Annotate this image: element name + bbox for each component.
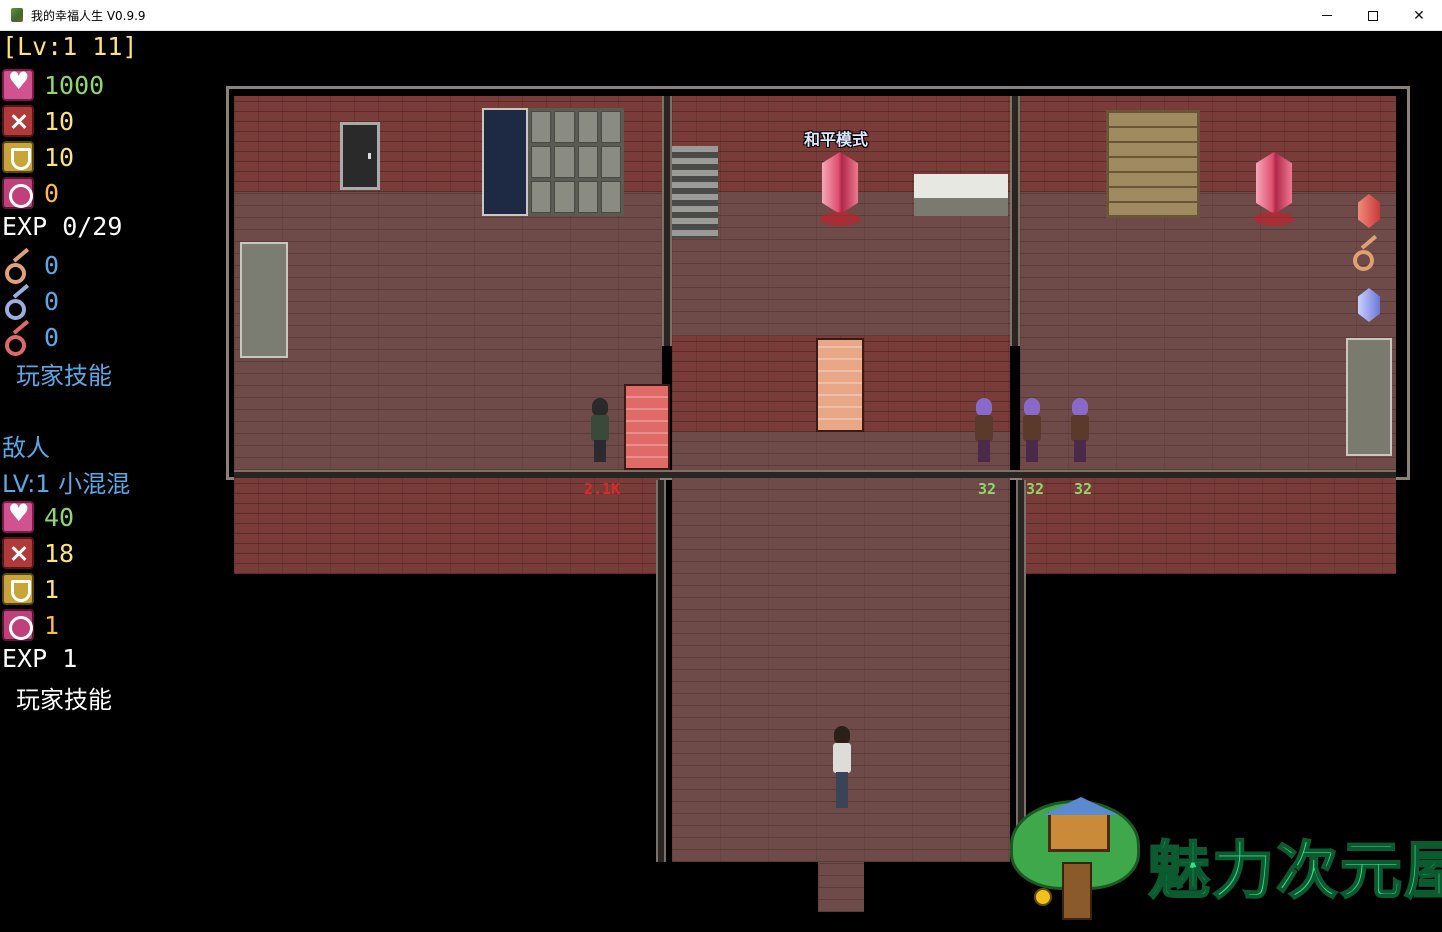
- close-button[interactable]: ✕: [1396, 0, 1442, 31]
- yellow-key-item-icon[interactable]: [1350, 236, 1390, 276]
- treehouse-icon: [1043, 797, 1119, 852]
- player-hp-row: 1000: [2, 67, 105, 102]
- red-key-count: 0: [44, 322, 60, 352]
- wooden-dresser: [1106, 110, 1200, 218]
- tree-trunk: [1062, 862, 1092, 920]
- staircase[interactable]: [672, 146, 718, 238]
- yellow-key-count: 0: [44, 250, 60, 280]
- sword-icon: [2, 537, 34, 569]
- enemy-skills-button[interactable]: 玩家技能: [16, 680, 112, 715]
- blue-key-row: 0: [2, 284, 60, 320]
- dark-door[interactable]: [340, 122, 380, 190]
- enemy-1-damage: 32: [978, 480, 997, 498]
- enemy-magic-value: 1: [44, 610, 60, 640]
- player-exp: EXP 0/29: [2, 212, 123, 241]
- thug-guard-damage: 2.1K: [584, 480, 621, 498]
- enemy-magic-row: 1: [2, 608, 59, 642]
- enemy-thug-2[interactable]: [1020, 398, 1044, 464]
- enemy-name: LV:1 小混混: [2, 470, 131, 498]
- ornate-door-red[interactable]: [624, 384, 670, 470]
- yellow-key-row: 0: [2, 248, 60, 284]
- room-bottom-wall: [234, 470, 1396, 478]
- watermark: 魅力次元屋: [1010, 792, 1442, 932]
- partition-right: [1010, 96, 1020, 346]
- thug-guard[interactable]: [588, 398, 612, 464]
- maximize-icon: [1368, 10, 1378, 21]
- enemy-hp-value: 40: [44, 502, 75, 532]
- enemy-thug-1[interactable]: [972, 398, 996, 464]
- enemy-atk-row: 18: [2, 536, 74, 570]
- file-cabinet: [240, 242, 288, 358]
- maximize-button[interactable]: [1350, 0, 1396, 31]
- heart-icon: [2, 67, 34, 101]
- window-titlebar: 我的幸福人生 V0.9.9 ✕: [0, 0, 1442, 31]
- watermark-text: 魅力次元屋: [1147, 833, 1442, 908]
- red-key-icon: [2, 321, 34, 356]
- enemy-def-value: 1: [44, 574, 60, 604]
- player-atk-value: 10: [44, 106, 75, 136]
- enemy-thug-3[interactable]: [1068, 398, 1092, 464]
- blue-key-count: 0: [44, 286, 60, 316]
- player-character[interactable]: [830, 726, 854, 810]
- ornate-door-center[interactable]: [816, 338, 864, 432]
- yellow-key-icon: [2, 249, 34, 284]
- right-room-wall: [1020, 96, 1396, 192]
- partition-left: [662, 96, 672, 346]
- enemy-exp: EXP 1: [2, 644, 78, 673]
- enemy-2-damage: 32: [1026, 480, 1045, 498]
- enemy-3-damage: 32: [1074, 480, 1093, 498]
- right-file-cabinet: [1346, 338, 1392, 456]
- window-title: 我的幸福人生 V0.9.9: [31, 8, 146, 23]
- player-magic-row: 0: [2, 176, 59, 210]
- enemy-hp-row: 40: [2, 499, 75, 534]
- player-def-row: 10: [2, 140, 74, 174]
- enemy-header: 敌人: [2, 434, 50, 462]
- magic-icon: [2, 609, 34, 641]
- close-icon: ✕: [1413, 7, 1425, 24]
- duck-icon: [1034, 888, 1052, 906]
- minimize-icon: [1322, 15, 1332, 16]
- blue-key-icon: [2, 285, 34, 320]
- shield-icon: [2, 141, 34, 173]
- red-key-row: 0: [2, 320, 60, 356]
- exit-floor: [818, 862, 864, 912]
- heart-icon: [2, 499, 34, 533]
- player-hp-value: 1000: [44, 70, 105, 100]
- locker-bank: [528, 108, 624, 216]
- enemy-atk-value: 18: [44, 538, 75, 568]
- shield-icon: [2, 573, 34, 605]
- player-magic-value: 0: [44, 178, 60, 208]
- status-hud: [Lv:1 11] 1000 10 10 0 EXP 0/29 0 0 0 玩家…: [0, 32, 220, 732]
- player-skills-button[interactable]: 玩家技能: [16, 356, 112, 391]
- player-level: [Lv:1 11]: [2, 32, 138, 61]
- peace-mode-label: 和平模式: [804, 130, 869, 149]
- player-def-value: 10: [44, 142, 75, 172]
- app-icon: [9, 7, 25, 23]
- enemy-def-row: 1: [2, 572, 59, 606]
- sword-icon: [2, 105, 34, 137]
- magic-icon: [2, 177, 34, 209]
- player-atk-row: 10: [2, 104, 74, 138]
- glass-cabinet: [482, 108, 528, 216]
- minimize-button[interactable]: [1304, 0, 1350, 31]
- hall-wall-left: [656, 480, 666, 862]
- counter: [914, 174, 1008, 216]
